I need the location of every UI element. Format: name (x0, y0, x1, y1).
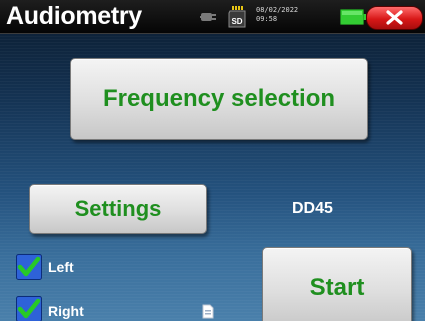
audiometry-screen: Audiometry SD 08/02/2022 09:58 Frequency… (0, 0, 425, 321)
checkmark-icon (16, 296, 42, 321)
frequency-selection-button[interactable]: Frequency selection (70, 58, 368, 140)
checkmark-icon (16, 254, 42, 280)
close-icon (386, 10, 403, 25)
right-ear-checkbox[interactable] (16, 296, 42, 321)
plug-icon (200, 9, 218, 30)
sd-card-icon: SD (228, 6, 246, 33)
start-button[interactable]: Start (262, 247, 412, 321)
date-text: 08/02/2022 (256, 6, 299, 14)
left-ear-label: Left (48, 259, 74, 275)
file-icon (202, 304, 214, 321)
title-bar: Audiometry SD 08/02/2022 09:58 (0, 0, 425, 34)
app-title: Audiometry (6, 2, 142, 30)
sd-label: SD (231, 17, 242, 26)
battery-icon (340, 9, 366, 30)
close-button[interactable] (366, 6, 423, 30)
right-ear-label: Right (48, 303, 84, 319)
left-ear-checkbox[interactable] (16, 254, 42, 280)
device-name: DD45 (292, 200, 333, 217)
settings-button[interactable]: Settings (29, 184, 207, 234)
time-text: 09:58 (256, 15, 278, 23)
date-time: 08/02/2022 09:58 (256, 6, 298, 24)
